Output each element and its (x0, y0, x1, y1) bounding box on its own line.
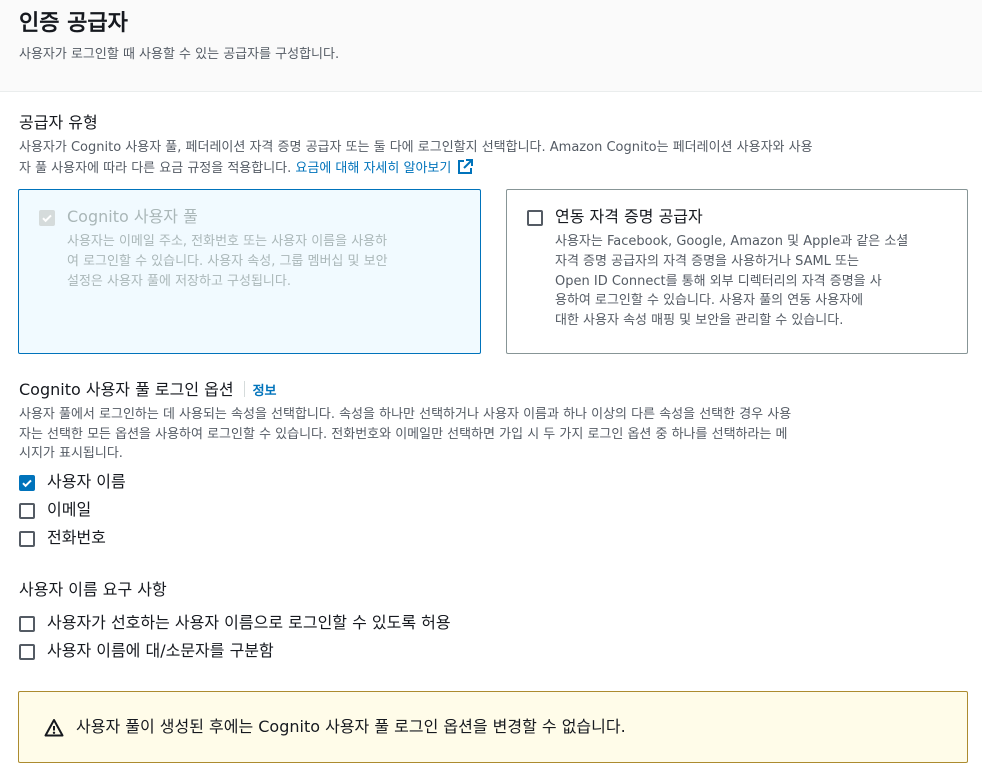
tile-desc-line: 사용자는 이메일 주소, 전화번호 또는 사용자 이름을 사용하 (67, 234, 388, 249)
info-link[interactable]: 정보 (253, 384, 277, 399)
provider-type-desc-line1: 사용자가 Cognito 사용자 풀, 페더레이션 자격 증명 공급자 또는 둘… (19, 140, 813, 155)
tile-title: Cognito 사용자 풀 (67, 207, 198, 226)
tile-desc-line: 사용자는 Facebook, Google, Amazon 및 Apple과 같… (555, 234, 909, 249)
checkmark-icon (42, 214, 52, 223)
signin-options-title: Cognito 사용자 풀 로그인 옵션 (19, 380, 234, 399)
signin-options-description: 사용자 풀에서 로그인하는 데 사용되는 속성을 선택합니다. 속성을 하나만 … (19, 405, 969, 464)
tile-description: 사용자는 Facebook, Google, Amazon 및 Apple과 같… (555, 232, 908, 331)
provider-type-desc-line2: 자 풀 사용자에 따라 다른 요금 규정을 적용합니다. (19, 160, 296, 176)
divider (243, 381, 245, 397)
tile-cognito-user-pool[interactable]: Cognito 사용자 풀 사용자는 이메일 주소, 전화번호 또는 사용자 이… (18, 189, 481, 354)
page-title: 인증 공급자 (19, 11, 128, 36)
tile-title: 연동 자격 증명 공급자 (555, 207, 703, 226)
warning-icon (44, 719, 64, 737)
tile-desc-line: Open ID Connect를 통해 외부 디렉터리의 자격 증명을 사 (555, 273, 882, 289)
external-link-icon[interactable] (456, 158, 474, 176)
tile-desc-line: 자격 증명 공급자의 자격 증명을 사용하거나 SAML 또는 (555, 253, 859, 269)
desc-line: 시지가 표시됩니다. (19, 446, 123, 461)
federated-provider-checkbox[interactable] (527, 210, 543, 226)
provider-type-title: 공급자 유형 (19, 113, 98, 132)
desc-line: 자는 선택한 모든 옵션을 사용하여 로그인할 수 있습니다. 전화번호와 이메… (19, 426, 788, 442)
phone-checkbox[interactable] (19, 531, 35, 547)
page-header: 인증 공급자 사용자가 로그인할 때 사용할 수 있는 공급자를 구성합니다. (0, 0, 982, 92)
tile-desc-line: 대한 사용자 속성 매핑 및 보안을 관리할 수 있습니다. (555, 313, 844, 329)
provider-type-description: 사용자가 Cognito 사용자 풀, 페더레이션 자격 증명 공급자 또는 둘… (19, 138, 969, 178)
tile-federated-identity-provider[interactable]: 연동 자격 증명 공급자 사용자는 Facebook, Google, Amaz… (506, 189, 968, 354)
page-subtitle: 사용자가 로그인할 때 사용할 수 있는 공급자를 구성합니다. (19, 47, 340, 62)
tile-desc-line: 용하여 로그인할 수 있습니다. 사용자 풀의 연동 사용자에 (555, 293, 864, 309)
phone-label[interactable]: 전화번호 (47, 526, 106, 550)
tile-desc-line: 설정은 사용자 풀에 저장하고 구성됩니다. (67, 273, 291, 289)
preferred-username-checkbox[interactable] (19, 616, 35, 632)
signin-options-header: Cognito 사용자 풀 로그인 옵션 정보 (19, 379, 277, 403)
preferred-username-label[interactable]: 사용자가 선호하는 사용자 이름으로 로그인할 수 있도록 허용 (47, 611, 451, 635)
warning-text: 사용자 풀이 생성된 후에는 Cognito 사용자 풀 로그인 옵션을 변경할… (76, 717, 626, 736)
case-sensitive-checkbox[interactable] (19, 644, 35, 660)
warning-alert: 사용자 풀이 생성된 후에는 Cognito 사용자 풀 로그인 옵션을 변경할… (18, 691, 968, 763)
desc-line: 사용자 풀에서 로그인하는 데 사용되는 속성을 선택합니다. 속성을 하나만 … (19, 407, 792, 422)
case-sensitive-label[interactable]: 사용자 이름에 대/소문자를 구분함 (47, 639, 274, 663)
pricing-link[interactable]: 요금에 대해 자세히 알아보기 (295, 161, 451, 176)
tile-desc-line: 여 로그인할 수 있습니다. 사용자 속성, 그룹 멤버십 및 보안 (67, 253, 388, 269)
username-label[interactable]: 사용자 이름 (47, 470, 126, 494)
email-checkbox[interactable] (19, 503, 35, 519)
email-label[interactable]: 이메일 (47, 498, 91, 522)
tile-description: 사용자는 이메일 주소, 전화번호 또는 사용자 이름을 사용하 여 로그인할 … (67, 232, 388, 291)
checkmark-icon (22, 479, 32, 488)
username-requirements-title: 사용자 이름 요구 사항 (19, 580, 167, 599)
cognito-user-pool-checkbox[interactable] (39, 210, 55, 226)
username-checkbox[interactable] (19, 475, 35, 491)
